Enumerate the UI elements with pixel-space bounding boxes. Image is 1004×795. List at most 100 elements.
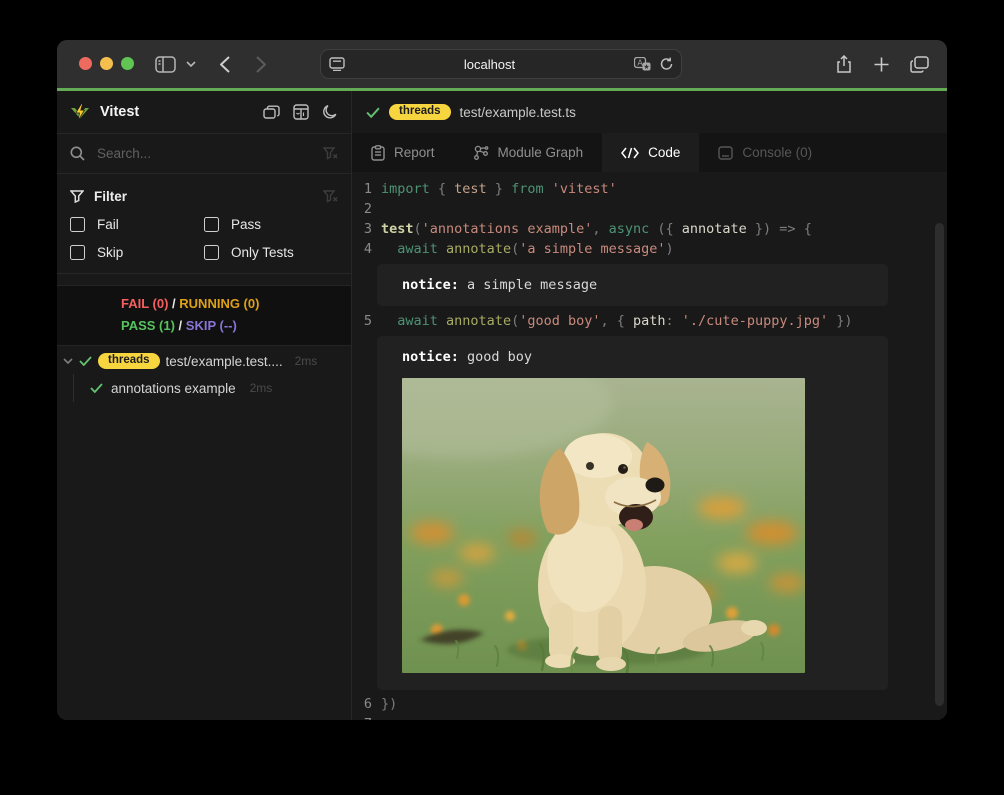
checkbox-box[interactable] [70,245,85,260]
sidebar-toggle-icon[interactable] [151,40,179,88]
checkbox-label: Fail [97,217,119,232]
file-header: threads test/example.test.ts [352,91,947,133]
code-text: import { test } from 'vitest' [381,179,617,199]
pool-badge: threads [98,353,160,370]
summary-line-2: PASS (1) / SKIP (--) [121,315,351,337]
checkbox-label: Pass [231,217,261,232]
code-text: await annotate('good boy', { path: './cu… [381,311,853,331]
filter-section: Filter Fail Pass Skip Only Tests [57,174,351,274]
line-number: 2 [352,199,372,219]
line-number: 5 [352,311,372,331]
page-settings-icon[interactable] [329,57,345,71]
close-window-button[interactable] [79,57,92,70]
checkbox-fail[interactable]: Fail [70,217,204,232]
chevron-down-icon[interactable] [183,40,199,88]
pool-badge: threads [389,104,451,121]
code-line: 4 await annotate('a simple message') [352,239,947,259]
new-tab-icon[interactable] [869,40,893,88]
checkbox-pass[interactable]: Pass [204,217,338,232]
sidebar: Vitest [57,91,352,720]
pass-check-icon [366,107,380,118]
app-title: Vitest [100,104,253,120]
fail-count: FAIL (0) [121,296,168,311]
tab-label: Code [648,145,680,160]
collect-windows-icon[interactable] [263,105,280,120]
pass-count: PASS (1) [121,318,175,333]
window-controls [79,57,134,70]
checkbox-skip[interactable]: Skip [70,245,204,260]
line-number: 3 [352,219,372,239]
code-editor[interactable]: 1 import { test } from 'vitest' 23 test('an… [352,172,947,720]
filter-funnel-icon [70,190,84,203]
address-bar[interactable]: localhost A ★ [320,49,682,79]
zoom-window-button[interactable] [121,57,134,70]
code-text: await annotate('a simple message') [381,239,674,259]
checkbox-box[interactable] [70,217,85,232]
tab-bar: Report Module Graph Code [352,133,947,172]
checkbox-label: Only Tests [231,245,294,260]
checkbox-box[interactable] [204,245,219,260]
code-text: test('annotations example', async ({ ann… [381,219,812,239]
translate-icon[interactable]: A ★ [634,57,651,71]
summary-line-1: FAIL (0) / RUNNING (0) [121,293,351,315]
tree-guide-line [73,374,74,402]
test-case-row[interactable]: annotations example 2ms [57,374,351,402]
annotation-notice: notice: good boy [377,336,888,690]
tab-code[interactable]: Code [602,133,699,172]
tab-label: Report [394,145,435,160]
filter-label: Filter [94,189,313,204]
checkbox-label: Skip [97,245,123,260]
code-line: 1 import { test } from 'vitest' [352,179,947,199]
search-icon [70,146,85,161]
reload-icon[interactable] [660,57,673,71]
test-tree: threads test/example.test.... 2ms annota… [57,346,351,720]
test-duration: 2ms [250,381,273,395]
code-line: 2 [352,199,947,219]
skip-count: SKIP (--) [186,318,237,333]
line-number: 4 [352,239,372,259]
clear-search-filter-icon[interactable] [323,147,338,160]
chevron-down-icon[interactable] [63,358,73,364]
running-count: RUNNING (0) [179,296,259,311]
code-line: 6}) [352,694,947,714]
scrollbar-thumb[interactable] [935,223,944,706]
puppy-photo [402,378,805,673]
search-input[interactable] [95,145,313,162]
pass-check-icon [90,383,103,393]
browser-toolbar: localhost A ★ [57,40,947,88]
tab-console[interactable]: Console (0) [699,133,831,172]
dark-mode-moon-icon[interactable] [322,104,338,120]
clear-filter-icon[interactable] [323,190,338,203]
main-panel: threads test/example.test.ts Report [352,91,947,720]
url-text[interactable]: localhost [345,57,634,72]
separator: / [168,296,179,311]
pass-check-icon [79,356,92,366]
code-line: 5 await annotate('good boy', { path: './… [352,311,947,331]
share-icon[interactable] [832,40,856,88]
tab-report[interactable]: Report [352,133,454,172]
forward-icon[interactable] [249,40,273,88]
tab-overview-icon[interactable] [906,40,932,88]
line-number: 6 [352,694,372,714]
tab-module-graph[interactable]: Module Graph [454,133,603,172]
back-icon[interactable] [213,40,237,88]
test-summary: FAIL (0) / RUNNING (0) PASS (1) / SKIP (… [57,285,351,346]
checkbox-box[interactable] [204,217,219,232]
separator: / [175,318,186,333]
line-number: 1 [352,179,372,199]
notice-text: notice: a simple message [402,275,863,295]
test-file-name: test/example.test.... [166,354,283,369]
annotation-notice: notice: a simple message [377,264,888,306]
annotation-image[interactable] [402,378,805,673]
file-path: test/example.test.ts [460,105,576,120]
test-duration: 2ms [295,354,318,368]
notice-text: notice: good boy [402,347,863,367]
dashboard-icon[interactable] [293,104,309,120]
browser-window: localhost A ★ [57,40,947,720]
test-file-row[interactable]: threads test/example.test.... 2ms [57,348,351,374]
code-line: 7 [352,714,947,720]
vitest-logo-icon [70,103,90,122]
code-line: 3 test('annotations example', async ({ an… [352,219,947,239]
minimize-window-button[interactable] [100,57,113,70]
checkbox-only-tests[interactable]: Only Tests [204,245,338,260]
